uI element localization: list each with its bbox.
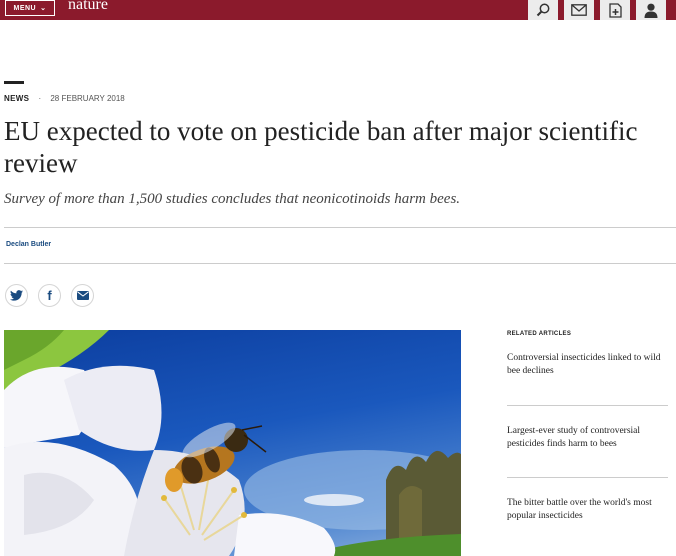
bee-on-apple-blossom-image bbox=[4, 330, 461, 556]
divider bbox=[4, 263, 676, 264]
email-icon bbox=[76, 291, 89, 300]
twitter-icon bbox=[10, 290, 23, 301]
search-icon bbox=[536, 3, 550, 17]
divider bbox=[4, 227, 676, 228]
article-title: EU expected to vote on pesticide ban aft… bbox=[4, 116, 638, 178]
meta-separator: · bbox=[38, 94, 42, 103]
top-navigation-bar: MENU ⌄ nature bbox=[0, 0, 676, 20]
divider bbox=[507, 477, 668, 478]
mail-button[interactable] bbox=[564, 0, 594, 20]
article-type: NEWS bbox=[4, 94, 30, 103]
search-button[interactable] bbox=[528, 0, 558, 20]
article-meta: NEWS · 28 FEBRUARY 2018 bbox=[4, 94, 125, 103]
menu-label: MENU bbox=[13, 4, 37, 12]
subscribe-icon bbox=[608, 2, 622, 18]
user-icon bbox=[644, 3, 658, 18]
related-article-link[interactable]: The bitter battle over the world's most … bbox=[507, 497, 667, 523]
article-standfirst: Survey of more than 1,500 studies conclu… bbox=[4, 191, 461, 207]
hero-image bbox=[4, 330, 461, 556]
chevron-down-icon: ⌄ bbox=[40, 4, 47, 12]
facebook-icon: f bbox=[47, 288, 52, 303]
subscribe-button[interactable] bbox=[600, 0, 630, 20]
article-date: 28 FEBRUARY 2018 bbox=[50, 94, 125, 103]
share-facebook-button[interactable]: f bbox=[38, 284, 61, 307]
section-rule bbox=[4, 81, 24, 84]
user-account-button[interactable] bbox=[636, 0, 666, 20]
divider bbox=[507, 405, 668, 406]
author-link[interactable]: Declan Butler bbox=[6, 241, 51, 248]
related-article-link[interactable]: Largest-ever study of controversial pest… bbox=[507, 425, 667, 451]
related-article-link[interactable]: Controversial insecticides linked to wil… bbox=[507, 352, 667, 378]
related-articles-heading: RELATED ARTICLES bbox=[507, 331, 572, 337]
share-twitter-button[interactable] bbox=[5, 284, 28, 307]
mail-icon bbox=[571, 4, 587, 16]
share-email-button[interactable] bbox=[71, 284, 94, 307]
nature-logo[interactable]: nature bbox=[68, 0, 108, 14]
menu-button[interactable]: MENU ⌄ bbox=[5, 0, 55, 16]
